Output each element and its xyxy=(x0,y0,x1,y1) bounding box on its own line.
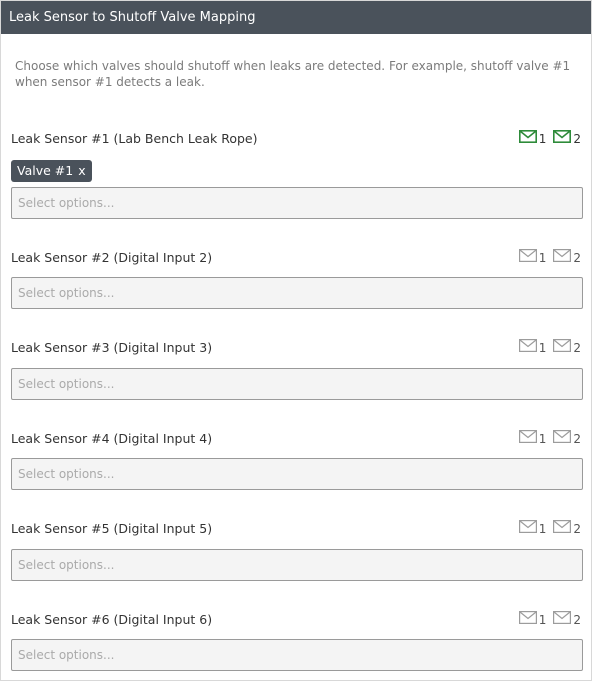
sensor-2-notifications: 1 2 xyxy=(518,248,581,265)
sensor-1-email-1-number: 1 xyxy=(538,132,547,146)
sensor-3-label: Leak Sensor #3 (Digital Input 3) xyxy=(11,340,213,355)
sensor-4-email-1-icon[interactable] xyxy=(518,430,537,443)
sensor-5-valve-select[interactable]: Select options... xyxy=(11,549,583,581)
description-text: Choose which valves should shutoff when … xyxy=(15,59,571,89)
sensor-6-email-2-number: 2 xyxy=(573,613,581,627)
sensor-5-notifications: 1 2 xyxy=(518,519,581,536)
sensor-3-email-1-number: 1 xyxy=(538,341,547,355)
sensor-1-email-2-icon[interactable] xyxy=(553,130,572,143)
sensor-5-email-2-icon[interactable] xyxy=(553,520,572,533)
sensor-2-email-1-icon[interactable] xyxy=(518,249,537,262)
sensor-5-email-1-number: 1 xyxy=(538,522,547,536)
sensor-3-valve-select[interactable]: Select options... xyxy=(11,368,583,400)
sensor-6-email-1-icon[interactable] xyxy=(518,611,537,624)
sensor-2-email-2-icon[interactable] xyxy=(553,249,572,262)
sensor-3-notifications: 1 2 xyxy=(518,338,581,355)
sensor-1-valve-select[interactable]: Select options... xyxy=(11,187,583,219)
sensor-6-valve-select[interactable]: Select options... xyxy=(11,639,583,671)
sensor-4-email-2-number: 2 xyxy=(573,432,581,446)
sensor-4-email-1-number: 1 xyxy=(538,432,547,446)
sensor-4-email-2-icon[interactable] xyxy=(553,430,572,443)
sensor-1-label: Leak Sensor #1 (Lab Bench Leak Rope) xyxy=(11,131,258,146)
selected-valve-tag: Valve #1 x xyxy=(11,160,92,182)
remove-tag-button[interactable]: x xyxy=(78,163,85,178)
sensor-4-notifications: 1 2 xyxy=(518,429,581,446)
sensor-6-email-2-icon[interactable] xyxy=(553,611,572,624)
sensor-5-email-1-icon[interactable] xyxy=(518,520,537,533)
sensor-6-label: Leak Sensor #6 (Digital Input 6) xyxy=(11,612,213,627)
leak-valve-mapping-panel: Leak Sensor to Shutoff Valve Mapping Cho… xyxy=(0,0,592,681)
sensor-6-notifications: 1 2 xyxy=(518,610,581,627)
sensor-1-email-1-icon[interactable] xyxy=(518,130,537,143)
sensor-5-email-2-number: 2 xyxy=(573,522,581,536)
sensor-5-label: Leak Sensor #5 (Digital Input 5) xyxy=(11,521,213,536)
sensor-1-notifications: 1 2 xyxy=(518,129,581,146)
selected-valve-tag-label: Valve #1 xyxy=(17,163,74,178)
sensor-4-label: Leak Sensor #4 (Digital Input 4) xyxy=(11,431,213,446)
sensor-1-email-2-number: 2 xyxy=(573,132,581,146)
sensor-2-email-2-number: 2 xyxy=(573,251,581,265)
sensor-3-email-1-icon[interactable] xyxy=(518,339,537,352)
sensor-2-email-1-number: 1 xyxy=(538,251,547,265)
sensor-3-email-2-icon[interactable] xyxy=(553,339,572,352)
sensor-2-label: Leak Sensor #2 (Digital Input 2) xyxy=(11,250,213,265)
sensor-2-valve-select[interactable]: Select options... xyxy=(11,277,583,309)
sensor-3-email-2-number: 2 xyxy=(573,341,581,355)
panel-header: Leak Sensor to Shutoff Valve Mapping xyxy=(1,1,591,34)
sensor-6-email-1-number: 1 xyxy=(538,613,547,627)
sensor-4-valve-select[interactable]: Select options... xyxy=(11,458,583,490)
